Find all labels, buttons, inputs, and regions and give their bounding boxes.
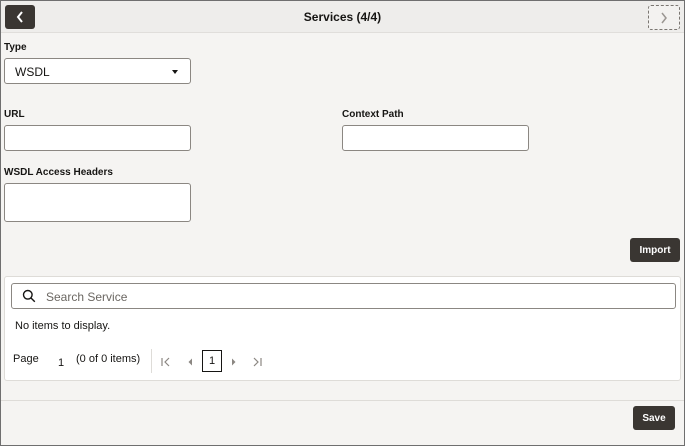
chevron-right-icon [661, 12, 667, 23]
next-button[interactable] [648, 5, 680, 30]
last-page-icon[interactable] [251, 356, 263, 368]
pager-items-summary: (0 of 0 items) [76, 353, 141, 365]
search-placeholder: Search Service [46, 290, 128, 304]
context-path-input[interactable] [342, 125, 529, 151]
search-input[interactable]: Search Service [11, 283, 676, 309]
services-dialog: Services (4/4) Type WSDL URL Context Pat… [0, 0, 685, 446]
caret-down-icon [172, 70, 178, 74]
type-label: Type [4, 42, 27, 53]
pager-divider [151, 349, 152, 373]
search-icon [22, 289, 36, 303]
page-title: Services (4/4) [303, 10, 382, 24]
url-label: URL [4, 109, 25, 120]
next-page-icon[interactable] [230, 357, 238, 367]
context-path-label: Context Path [342, 109, 404, 120]
current-page-button[interactable]: 1 [202, 350, 222, 372]
save-button[interactable]: Save [633, 406, 675, 430]
wsdl-headers-input[interactable] [4, 183, 191, 222]
url-input[interactable] [4, 125, 191, 151]
first-page-icon[interactable] [160, 356, 172, 368]
header-bar: Services (4/4) [1, 1, 684, 33]
footer-divider [1, 400, 684, 401]
previous-page-icon[interactable] [186, 357, 194, 367]
pager-page-input[interactable]: 1 [58, 357, 64, 369]
type-selected-value: WSDL [15, 65, 50, 79]
pager-page-label: Page [13, 353, 39, 365]
empty-message: No items to display. [15, 320, 111, 332]
import-button[interactable]: Import [630, 238, 680, 262]
type-select[interactable]: WSDL [4, 58, 191, 84]
wsdl-headers-label: WSDL Access Headers [4, 167, 113, 178]
services-table-panel: Search Service No items to display. Page… [4, 276, 681, 381]
